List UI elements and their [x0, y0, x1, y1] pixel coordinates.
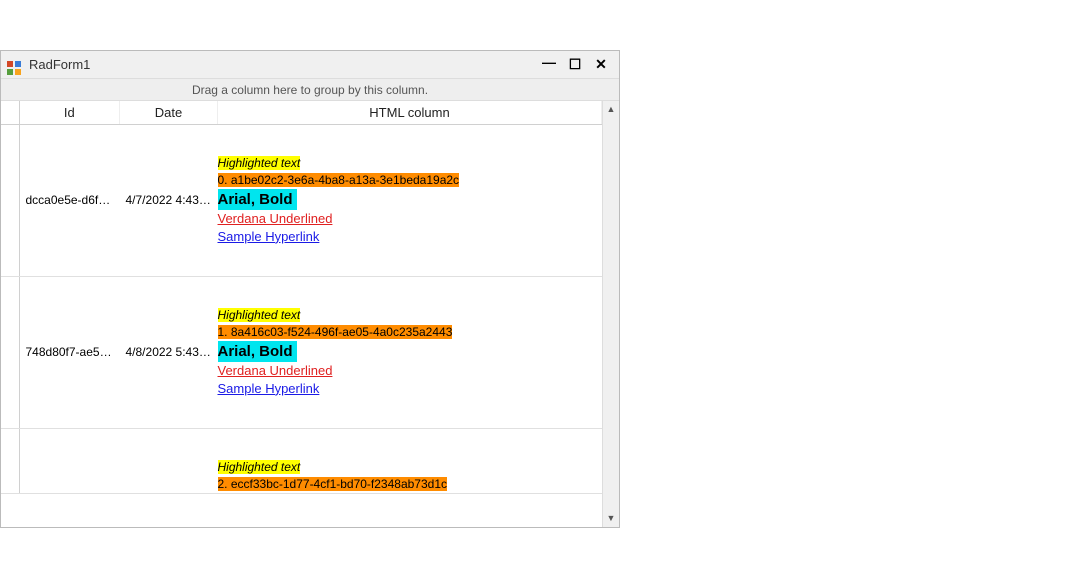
table-row[interactable]: 748d80f7-ae59... 4/8/2022 5:43:5... High…	[1, 276, 602, 428]
grid-container: Id Date HTML column dcca0e5e-d6f6-... 4/…	[1, 101, 619, 527]
column-header-row: Id Date HTML column	[1, 101, 602, 125]
cell-id[interactable]: 748d80f7-ae59...	[19, 276, 120, 428]
cell-html[interactable]: Highlighted text 0. a1be02c2-3e6a-4ba8-a…	[218, 125, 602, 277]
highlighted-text: Highlighted text	[218, 460, 301, 474]
window-title: RadForm1	[29, 57, 541, 72]
arial-bold-text: Arial, Bold	[218, 189, 297, 210]
app-icon	[7, 57, 23, 73]
verdana-underlined-text: Verdana Underlined	[218, 211, 333, 226]
window-controls: — ☐ ✕	[541, 56, 613, 73]
row-header-cell[interactable]	[1, 125, 19, 277]
sample-hyperlink[interactable]: Sample Hyperlink	[218, 229, 320, 244]
row-header-column[interactable]	[1, 101, 19, 125]
column-header-html[interactable]: HTML column	[218, 101, 602, 125]
verdana-underlined-text: Verdana Underlined	[218, 363, 333, 378]
cell-date[interactable]: 4/7/2022 4:43:5...	[120, 125, 218, 277]
cell-date[interactable]	[120, 428, 218, 493]
close-button[interactable]: ✕	[593, 56, 609, 73]
grouping-panel[interactable]: Drag a column here to group by this colu…	[1, 79, 619, 101]
cell-html[interactable]: Highlighted text 2. eccf33bc-1d77-4cf1-b…	[218, 428, 602, 493]
row-header-cell[interactable]	[1, 276, 19, 428]
row-header-cell[interactable]	[1, 428, 19, 493]
scroll-down-button[interactable]: ▼	[603, 510, 619, 527]
app-window: RadForm1 — ☐ ✕ Drag a column here to gro…	[0, 50, 620, 528]
guid-text: 2. eccf33bc-1d77-4cf1-bd70-f2348ab73d1c	[218, 477, 448, 491]
vertical-scrollbar[interactable]: ▲ ▼	[602, 101, 619, 527]
table-row[interactable]: Highlighted text 2. eccf33bc-1d77-4cf1-b…	[1, 428, 602, 493]
cell-date[interactable]: 4/8/2022 5:43:5...	[120, 276, 218, 428]
maximize-button[interactable]: ☐	[567, 56, 583, 73]
column-header-id[interactable]: Id	[19, 101, 120, 125]
table-row[interactable]: dcca0e5e-d6f6-... 4/7/2022 4:43:5... Hig…	[1, 125, 602, 277]
highlighted-text: Highlighted text	[218, 156, 301, 170]
guid-text: 1. 8a416c03-f524-496f-ae05-4a0c235a2443	[218, 325, 453, 339]
guid-text: 0. a1be02c2-3e6a-4ba8-a13a-3e1beda19a2c	[218, 173, 460, 187]
scroll-up-button[interactable]: ▲	[603, 101, 619, 118]
sample-hyperlink[interactable]: Sample Hyperlink	[218, 381, 320, 396]
column-header-date[interactable]: Date	[120, 101, 218, 125]
arial-bold-text: Arial, Bold	[218, 341, 297, 362]
cell-id[interactable]: dcca0e5e-d6f6-...	[19, 125, 120, 277]
data-grid[interactable]: Id Date HTML column dcca0e5e-d6f6-... 4/…	[1, 101, 602, 527]
cell-id[interactable]	[19, 428, 120, 493]
cell-html[interactable]: Highlighted text 1. 8a416c03-f524-496f-a…	[218, 276, 602, 428]
highlighted-text: Highlighted text	[218, 308, 301, 322]
titlebar[interactable]: RadForm1 — ☐ ✕	[1, 51, 619, 79]
minimize-button[interactable]: —	[541, 54, 557, 70]
